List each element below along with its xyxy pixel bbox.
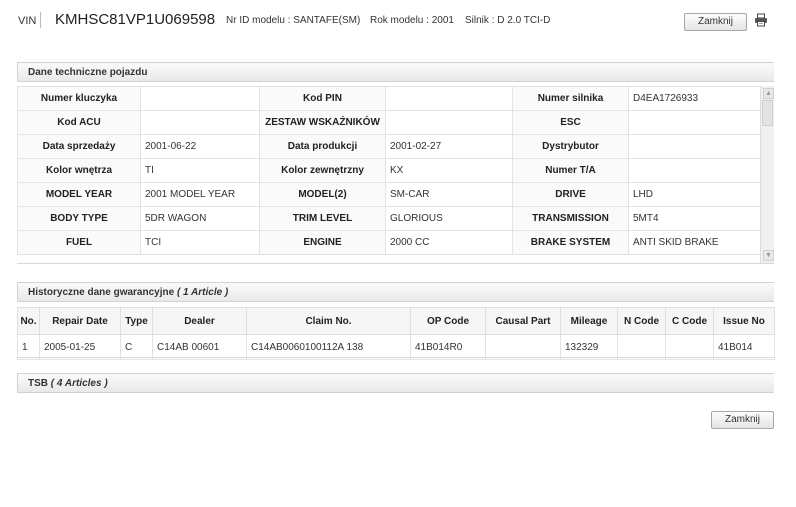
tech-field-value: 2000 CC: [385, 230, 513, 255]
tech-field-value: [140, 86, 260, 111]
tech-field-label: ENGINE: [259, 230, 386, 255]
scroll-thumb[interactable]: [762, 100, 773, 126]
tech-field-value: [385, 110, 513, 135]
tech-field-label: MODEL(2): [259, 182, 386, 207]
warranty-cell: 2005-01-25: [39, 334, 121, 360]
tech-field-label: FUEL: [17, 230, 141, 255]
warranty-cell: 132329: [560, 334, 618, 360]
tech-row: Numer kluczyka Kod PIN Numer silnika D4EA17…: [17, 86, 761, 111]
close-button-top[interactable]: Zamknij: [684, 13, 747, 31]
tsb-section-header[interactable]: TSB ( 4 Articles ): [17, 373, 774, 393]
tech-row: Kod ACU ZESTAW WSKAŹNIKÓW ESC: [17, 110, 761, 135]
tech-field-value: 5DR WAGON: [140, 206, 260, 231]
warranty-cell: [485, 334, 561, 360]
tech-data-table: Numer kluczyka Kod PIN Numer silnika D4EA17…: [17, 86, 761, 255]
divider: [17, 357, 774, 358]
tech-field-value: 2001-06-22: [140, 134, 260, 159]
tech-field-label: Numer kluczyka: [17, 86, 141, 111]
model-id: Nr ID modelu : SANTAFE(SM): [226, 15, 361, 26]
tech-row: FUEL TCI ENGINE 2000 CC BRAKE SYSTEM ANTI SKI…: [17, 230, 761, 255]
vin-label: VIN: [18, 15, 37, 27]
tech-field-value: LHD: [628, 182, 761, 207]
warranty-cell: [665, 334, 714, 360]
tech-field-label: ZESTAW WSKAŹNIKÓW: [259, 110, 386, 135]
tech-field-label: Numer T/A: [512, 158, 629, 183]
warranty-column-header: Claim No.: [246, 307, 411, 335]
warranty-column-header: Causal Part: [485, 307, 561, 335]
tech-field-label: Kod ACU: [17, 110, 141, 135]
tech-section-title: Dane techniczne pojazdu: [28, 67, 148, 78]
warranty-cell: [617, 334, 666, 360]
tech-field-value: SM-CAR: [385, 182, 513, 207]
tech-row: MODEL YEAR 2001 MODEL YEAR MODEL(2) SM-CAR D…: [17, 182, 761, 207]
warranty-section-title: Historyczne dane gwarancyjne: [28, 287, 175, 298]
warranty-column-header: Issue No: [713, 307, 775, 335]
warranty-section-header[interactable]: Historyczne dane gwarancyjne ( 1 Article…: [17, 282, 774, 302]
tech-field-value: [385, 86, 513, 111]
tech-field-value: TCI: [140, 230, 260, 255]
tsb-article-count: ( 4 Articles ): [50, 378, 108, 389]
tech-field-label: BRAKE SYSTEM: [512, 230, 629, 255]
tech-field-value: 2001-02-27: [385, 134, 513, 159]
warranty-table: No. Repair Date Type Dealer Claim No. OP Code…: [17, 307, 775, 360]
tech-field-label: TRIM LEVEL: [259, 206, 386, 231]
vin-value: KMHSC81VP1U069598: [55, 11, 216, 28]
tech-field-label: DRIVE: [512, 182, 629, 207]
close-button-bottom[interactable]: Zamknij: [711, 411, 774, 429]
warranty-column-header: Dealer: [152, 307, 247, 335]
warranty-column-header: Type: [120, 307, 153, 335]
tech-row: BODY TYPE 5DR WAGON TRIM LEVEL GLORIOUS TRAN…: [17, 206, 761, 231]
tech-row: Kolor wnętrza TI Kolor zewnętrzny KX Numer T…: [17, 158, 761, 183]
top-bar: VIN KMHSC81VP1U069598 Nr ID modelu : SAN…: [0, 0, 796, 42]
tech-row: Data sprzedaży 2001-06-22 Data produkcji 20…: [17, 134, 761, 159]
tech-field-label: Kod PIN: [259, 86, 386, 111]
warranty-column-header: Mileage: [560, 307, 618, 335]
tech-field-value: KX: [385, 158, 513, 183]
model-year: Rok modelu : 2001: [370, 15, 454, 26]
tech-field-value: 5MT4: [628, 206, 761, 231]
printer-icon[interactable]: [754, 13, 768, 27]
warranty-column-header: OP Code: [410, 307, 486, 335]
warranty-cell: C14AB 00601: [152, 334, 247, 360]
tech-field-label: Data produkcji: [259, 134, 386, 159]
tech-field-value: [140, 110, 260, 135]
tech-field-value: 2001 MODEL YEAR: [140, 182, 260, 207]
tech-field-label: Kolor zewnętrzny: [259, 158, 386, 183]
scroll-up-arrow-icon[interactable]: ▲: [763, 88, 774, 99]
tech-field-label: Data sprzedaży: [17, 134, 141, 159]
warranty-column-header: N Code: [617, 307, 666, 335]
warranty-cell: 41B014R0: [410, 334, 486, 360]
tech-field-label: Numer silnika: [512, 86, 629, 111]
tech-scrollbar[interactable]: ▲ ▼: [760, 86, 774, 263]
warranty-column-header: No.: [17, 307, 40, 335]
tech-field-value: [628, 134, 761, 159]
tech-field-label: BODY TYPE: [17, 206, 141, 231]
tech-field-value: GLORIOUS: [385, 206, 513, 231]
table-row[interactable]: 1 2005-01-25 C C14AB 00601 C14AB0060100112A …: [17, 334, 775, 360]
warranty-column-header: Repair Date: [39, 307, 121, 335]
tech-field-value: [628, 110, 761, 135]
warranty-cell: 1: [17, 334, 40, 360]
tech-field-label: Dystrybutor: [512, 134, 629, 159]
tech-field-value: TI: [140, 158, 260, 183]
tech-field-value: D4EA1726933: [628, 86, 761, 111]
divider: [17, 263, 774, 264]
tech-field-label: ESC: [512, 110, 629, 135]
warranty-article-count: ( 1 Article ): [176, 287, 229, 298]
tech-field-value: ANTI SKID BRAKE: [628, 230, 761, 255]
tech-field-label: Kolor wnętrza: [17, 158, 141, 183]
tech-section-header: Dane techniczne pojazdu: [17, 62, 774, 82]
warranty-cell: C: [120, 334, 153, 360]
tech-field-label: TRANSMISSION: [512, 206, 629, 231]
warranty-cell: C14AB0060100112A 138: [246, 334, 411, 360]
scroll-down-arrow-icon[interactable]: ▼: [763, 250, 774, 261]
engine-info: Silnik : D 2.0 TCI-D: [465, 15, 551, 26]
tech-field-label: MODEL YEAR: [17, 182, 141, 207]
tech-field-value: [628, 158, 761, 183]
vin-separator: [40, 12, 41, 28]
warranty-cell: 41B014: [713, 334, 775, 360]
warranty-column-header: C Code: [665, 307, 714, 335]
tsb-section-title: TSB: [28, 378, 48, 389]
